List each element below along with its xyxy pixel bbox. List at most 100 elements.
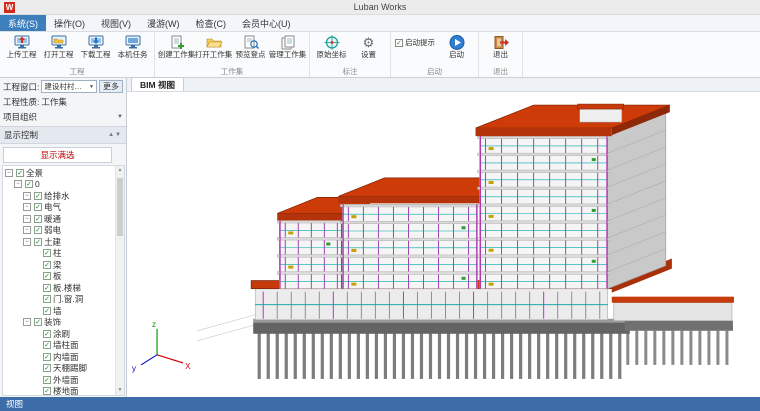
tree-item-label: 暖通 bbox=[44, 213, 61, 225]
tree-checkbox[interactable]: ✓ bbox=[43, 364, 51, 372]
view-tab-bar: BIM 视图 bbox=[127, 78, 760, 92]
menu-view[interactable]: 视图(V) bbox=[93, 15, 139, 31]
tree-item[interactable]: −✓给排水 bbox=[3, 190, 114, 202]
tree-checkbox[interactable]: ✓ bbox=[43, 307, 51, 315]
app-logo: W bbox=[4, 2, 15, 13]
download-project-button[interactable]: 下载工程 bbox=[77, 33, 114, 60]
display-control-header[interactable]: 显示控制 ▲▼ bbox=[0, 126, 126, 144]
ribbon-group-start: ✓ 启动提示 启动 启动 bbox=[391, 32, 479, 77]
start-prompt-checkbox[interactable]: ✓ 启动提示 bbox=[395, 37, 435, 48]
tree-item-label: 0 bbox=[35, 179, 40, 189]
menu-operation[interactable]: 操作(O) bbox=[46, 15, 93, 31]
tree-item[interactable]: −✓电气 bbox=[3, 202, 114, 214]
tree-checkbox[interactable]: ✓ bbox=[43, 261, 51, 269]
project-select[interactable]: 建设村村委办宿舍-施工模型 ▼ bbox=[41, 80, 97, 93]
upload-project-button[interactable]: 上传工程 bbox=[3, 33, 40, 60]
tree-item[interactable]: −✓暖通 bbox=[3, 213, 114, 225]
tree-checkbox[interactable]: ✓ bbox=[34, 318, 42, 326]
tab-bim-view[interactable]: BIM 视图 bbox=[131, 77, 184, 91]
tree-checkbox[interactable]: ✓ bbox=[34, 203, 42, 211]
tree-item[interactable]: −✓弱电 bbox=[3, 225, 114, 237]
scrollbar-thumb[interactable] bbox=[117, 178, 123, 236]
ribbon-group-annotation: 原始坐标 ⚙ 设置 标注 bbox=[310, 32, 391, 77]
menu-member-center[interactable]: 会员中心(U) bbox=[234, 15, 299, 31]
tree-checkbox[interactable]: ✓ bbox=[34, 215, 42, 223]
tree-item[interactable]: ✓板.楼梯 bbox=[3, 282, 114, 294]
leaf-spacer bbox=[32, 284, 40, 292]
collapse-icon[interactable]: − bbox=[23, 203, 31, 211]
tree-item[interactable]: ✓梁 bbox=[3, 259, 114, 271]
manage-workset-icon bbox=[279, 34, 297, 51]
tree-item[interactable]: ✓墙 bbox=[3, 305, 114, 317]
tree-item[interactable]: −✓全景 bbox=[3, 167, 114, 179]
create-workset-button[interactable]: 创建工作集 bbox=[158, 33, 195, 60]
project-window-row: 工程窗口: 建设村村委办宿舍-施工模型 ▼ 更多 bbox=[0, 78, 126, 94]
start-button[interactable]: 启动 bbox=[438, 33, 475, 60]
collapse-icon[interactable]: − bbox=[14, 180, 22, 188]
menu-system[interactable]: 系统(S) bbox=[0, 15, 46, 31]
tree-item[interactable]: ✓外墙面 bbox=[3, 374, 114, 386]
collapse-icon[interactable]: − bbox=[23, 226, 31, 234]
collapse-icon[interactable]: − bbox=[23, 192, 31, 200]
tree-item[interactable]: ✓内墙面 bbox=[3, 351, 114, 363]
bim-model[interactable]: zXy bbox=[127, 92, 760, 397]
bim-3d-canvas[interactable]: zXy bbox=[127, 92, 760, 397]
preview-point-button[interactable]: 预览登点 bbox=[232, 33, 269, 60]
tree-checkbox[interactable]: ✓ bbox=[43, 353, 51, 361]
scroll-down-icon[interactable]: ▼ bbox=[116, 386, 124, 395]
button-label: 下载工程 bbox=[81, 51, 111, 60]
tree-checkbox[interactable]: ✓ bbox=[43, 341, 51, 349]
tree-item[interactable]: −✓装饰 bbox=[3, 317, 114, 329]
show-all-button[interactable]: 显示满选 bbox=[3, 147, 112, 163]
tree-checkbox[interactable]: ✓ bbox=[43, 387, 51, 395]
tree-checkbox[interactable]: ✓ bbox=[43, 249, 51, 257]
menu-roam[interactable]: 漫游(W) bbox=[139, 15, 188, 31]
tree-checkbox[interactable]: ✓ bbox=[43, 272, 51, 280]
display-control-label: 显示控制 bbox=[4, 129, 38, 141]
tree-checkbox[interactable]: ✓ bbox=[16, 169, 24, 177]
menu-bar: 系统(S) 操作(O) 视图(V) 漫游(W) 检查(C) 会员中心(U) bbox=[0, 15, 760, 32]
more-button[interactable]: 更多 bbox=[99, 80, 123, 93]
tree-checkbox[interactable]: ✓ bbox=[43, 330, 51, 338]
manage-workset-button[interactable]: 管理工作集 bbox=[269, 33, 306, 60]
ribbon-group-label: 标注 bbox=[313, 66, 387, 77]
tree-checkbox[interactable]: ✓ bbox=[34, 192, 42, 200]
menu-check[interactable]: 检查(C) bbox=[188, 15, 235, 31]
tree-item[interactable]: ✓涂刷 bbox=[3, 328, 114, 340]
tree-item[interactable]: −✓0 bbox=[3, 179, 114, 191]
tree-item[interactable]: ✓柱 bbox=[3, 248, 114, 260]
origin-coordinates-button[interactable]: 原始坐标 bbox=[313, 33, 350, 60]
tree-checkbox[interactable]: ✓ bbox=[43, 376, 51, 384]
collapse-icon[interactable]: − bbox=[5, 169, 13, 177]
tree-item[interactable]: −✓土建 bbox=[3, 236, 114, 248]
tree-checkbox[interactable]: ✓ bbox=[25, 180, 33, 188]
collapse-icon[interactable]: − bbox=[23, 238, 31, 246]
tree-item[interactable]: ✓墙柱面 bbox=[3, 340, 114, 352]
tree-item-label: 天棚踢脚 bbox=[53, 362, 87, 374]
leaf-spacer bbox=[32, 295, 40, 303]
tree-item[interactable]: ✓天棚踢脚 bbox=[3, 363, 114, 375]
tree-checkbox[interactable]: ✓ bbox=[34, 226, 42, 234]
tree-checkbox[interactable]: ✓ bbox=[43, 284, 51, 292]
collapse-icon[interactable]: − bbox=[23, 318, 31, 326]
open-project-button[interactable]: 打开工程 bbox=[40, 33, 77, 60]
project-sidebar: 工程窗口: 建设村村委办宿舍-施工模型 ▼ 更多 工程性质: 工作集 项目组织 … bbox=[0, 78, 127, 397]
button-label: 原始坐标 bbox=[317, 51, 347, 60]
tree-item[interactable]: ✓楼地面 bbox=[3, 386, 114, 397]
status-left-text: 视图 bbox=[6, 398, 23, 410]
tree-checkbox[interactable]: ✓ bbox=[34, 238, 42, 246]
settings-button[interactable]: ⚙ 设置 bbox=[350, 33, 387, 60]
open-workset-icon bbox=[205, 34, 223, 51]
tree-scrollbar[interactable]: ▲ ▼ bbox=[115, 166, 124, 395]
collapse-icon[interactable]: − bbox=[23, 215, 31, 223]
project-organization-row[interactable]: 项目组织 ▼ bbox=[0, 109, 126, 124]
exit-button[interactable]: 退出 bbox=[482, 33, 519, 60]
open-workset-button[interactable]: 打开工作集 bbox=[195, 33, 232, 60]
tree-item[interactable]: ✓板 bbox=[3, 271, 114, 283]
local-tasks-button[interactable]: 本机任务 bbox=[114, 33, 151, 60]
tree-item-label: 门.窗.洞 bbox=[53, 293, 83, 305]
status-bar: 视图 bbox=[0, 397, 760, 411]
tree-item[interactable]: ✓门.窗.洞 bbox=[3, 294, 114, 306]
tree-checkbox[interactable]: ✓ bbox=[43, 295, 51, 303]
scroll-up-icon[interactable]: ▲ bbox=[116, 166, 124, 175]
